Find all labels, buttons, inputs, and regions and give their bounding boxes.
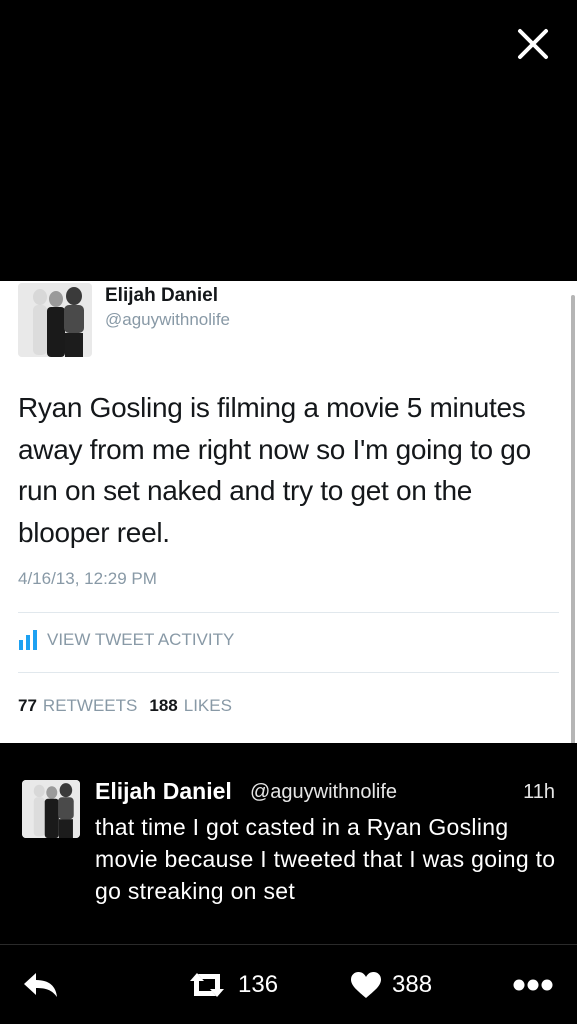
like-count: 388 — [392, 971, 433, 998]
likes-label: LIKES — [183, 696, 232, 715]
heart-icon — [351, 972, 381, 998]
tweet-text: that time I got casted in a Ryan Gosling… — [95, 814, 556, 904]
avatar — [18, 283, 92, 357]
author-handle[interactable]: @aguywithnolife — [105, 310, 230, 330]
divider — [0, 944, 577, 945]
retweet-button[interactable]: 136 — [186, 960, 278, 1010]
scrollbar[interactable] — [571, 295, 575, 743]
retweets-stat[interactable]: 77 RETWEETS — [18, 696, 137, 716]
likes-count: 188 — [149, 696, 178, 715]
author-handle[interactable]: @aguywithnolife — [250, 781, 397, 804]
retweet-icon — [190, 973, 224, 997]
divider — [18, 612, 559, 613]
retweets-count: 77 — [18, 696, 37, 715]
tweet-text: Ryan Gosling is filming a movie 5 minute… — [18, 392, 531, 548]
author-name[interactable]: Elijah Daniel — [95, 778, 232, 805]
more-icon — [513, 979, 553, 991]
tweet-stats: 77 RETWEETS 188 LIKES — [18, 696, 232, 716]
avatar[interactable] — [22, 780, 80, 838]
divider — [18, 672, 559, 673]
retweet-count: 136 — [238, 971, 279, 998]
tweet-header: Elijah Daniel @aguywithnolife 11h — [95, 778, 555, 806]
bar-chart-icon — [19, 630, 37, 650]
more-button[interactable] — [512, 960, 554, 1010]
like-button[interactable]: 388 — [350, 960, 432, 1010]
retweets-label: RETWEETS — [42, 696, 138, 715]
tweet-time: 11h — [523, 781, 555, 803]
view-tweet-activity-link[interactable]: VIEW TWEET ACTIVITY — [18, 630, 234, 650]
close-icon — [518, 29, 548, 59]
tweet[interactable]: Elijah Daniel @aguywithnolife 11h that t… — [0, 760, 577, 940]
likes-stat[interactable]: 188 LIKES — [149, 696, 232, 716]
reply-button[interactable] — [22, 960, 60, 1010]
embedded-tweet-card: Elijah Daniel @aguywithnolife Ryan Gosli… — [0, 281, 577, 743]
reply-icon — [24, 973, 57, 997]
author-name[interactable]: Elijah Daniel — [105, 285, 218, 307]
tweet-timestamp: 4/16/13, 12:29 PM — [18, 569, 157, 588]
close-button[interactable] — [512, 23, 554, 65]
activity-label: VIEW TWEET ACTIVITY — [47, 630, 235, 649]
tweet-actions: 136 388 — [0, 960, 577, 1010]
